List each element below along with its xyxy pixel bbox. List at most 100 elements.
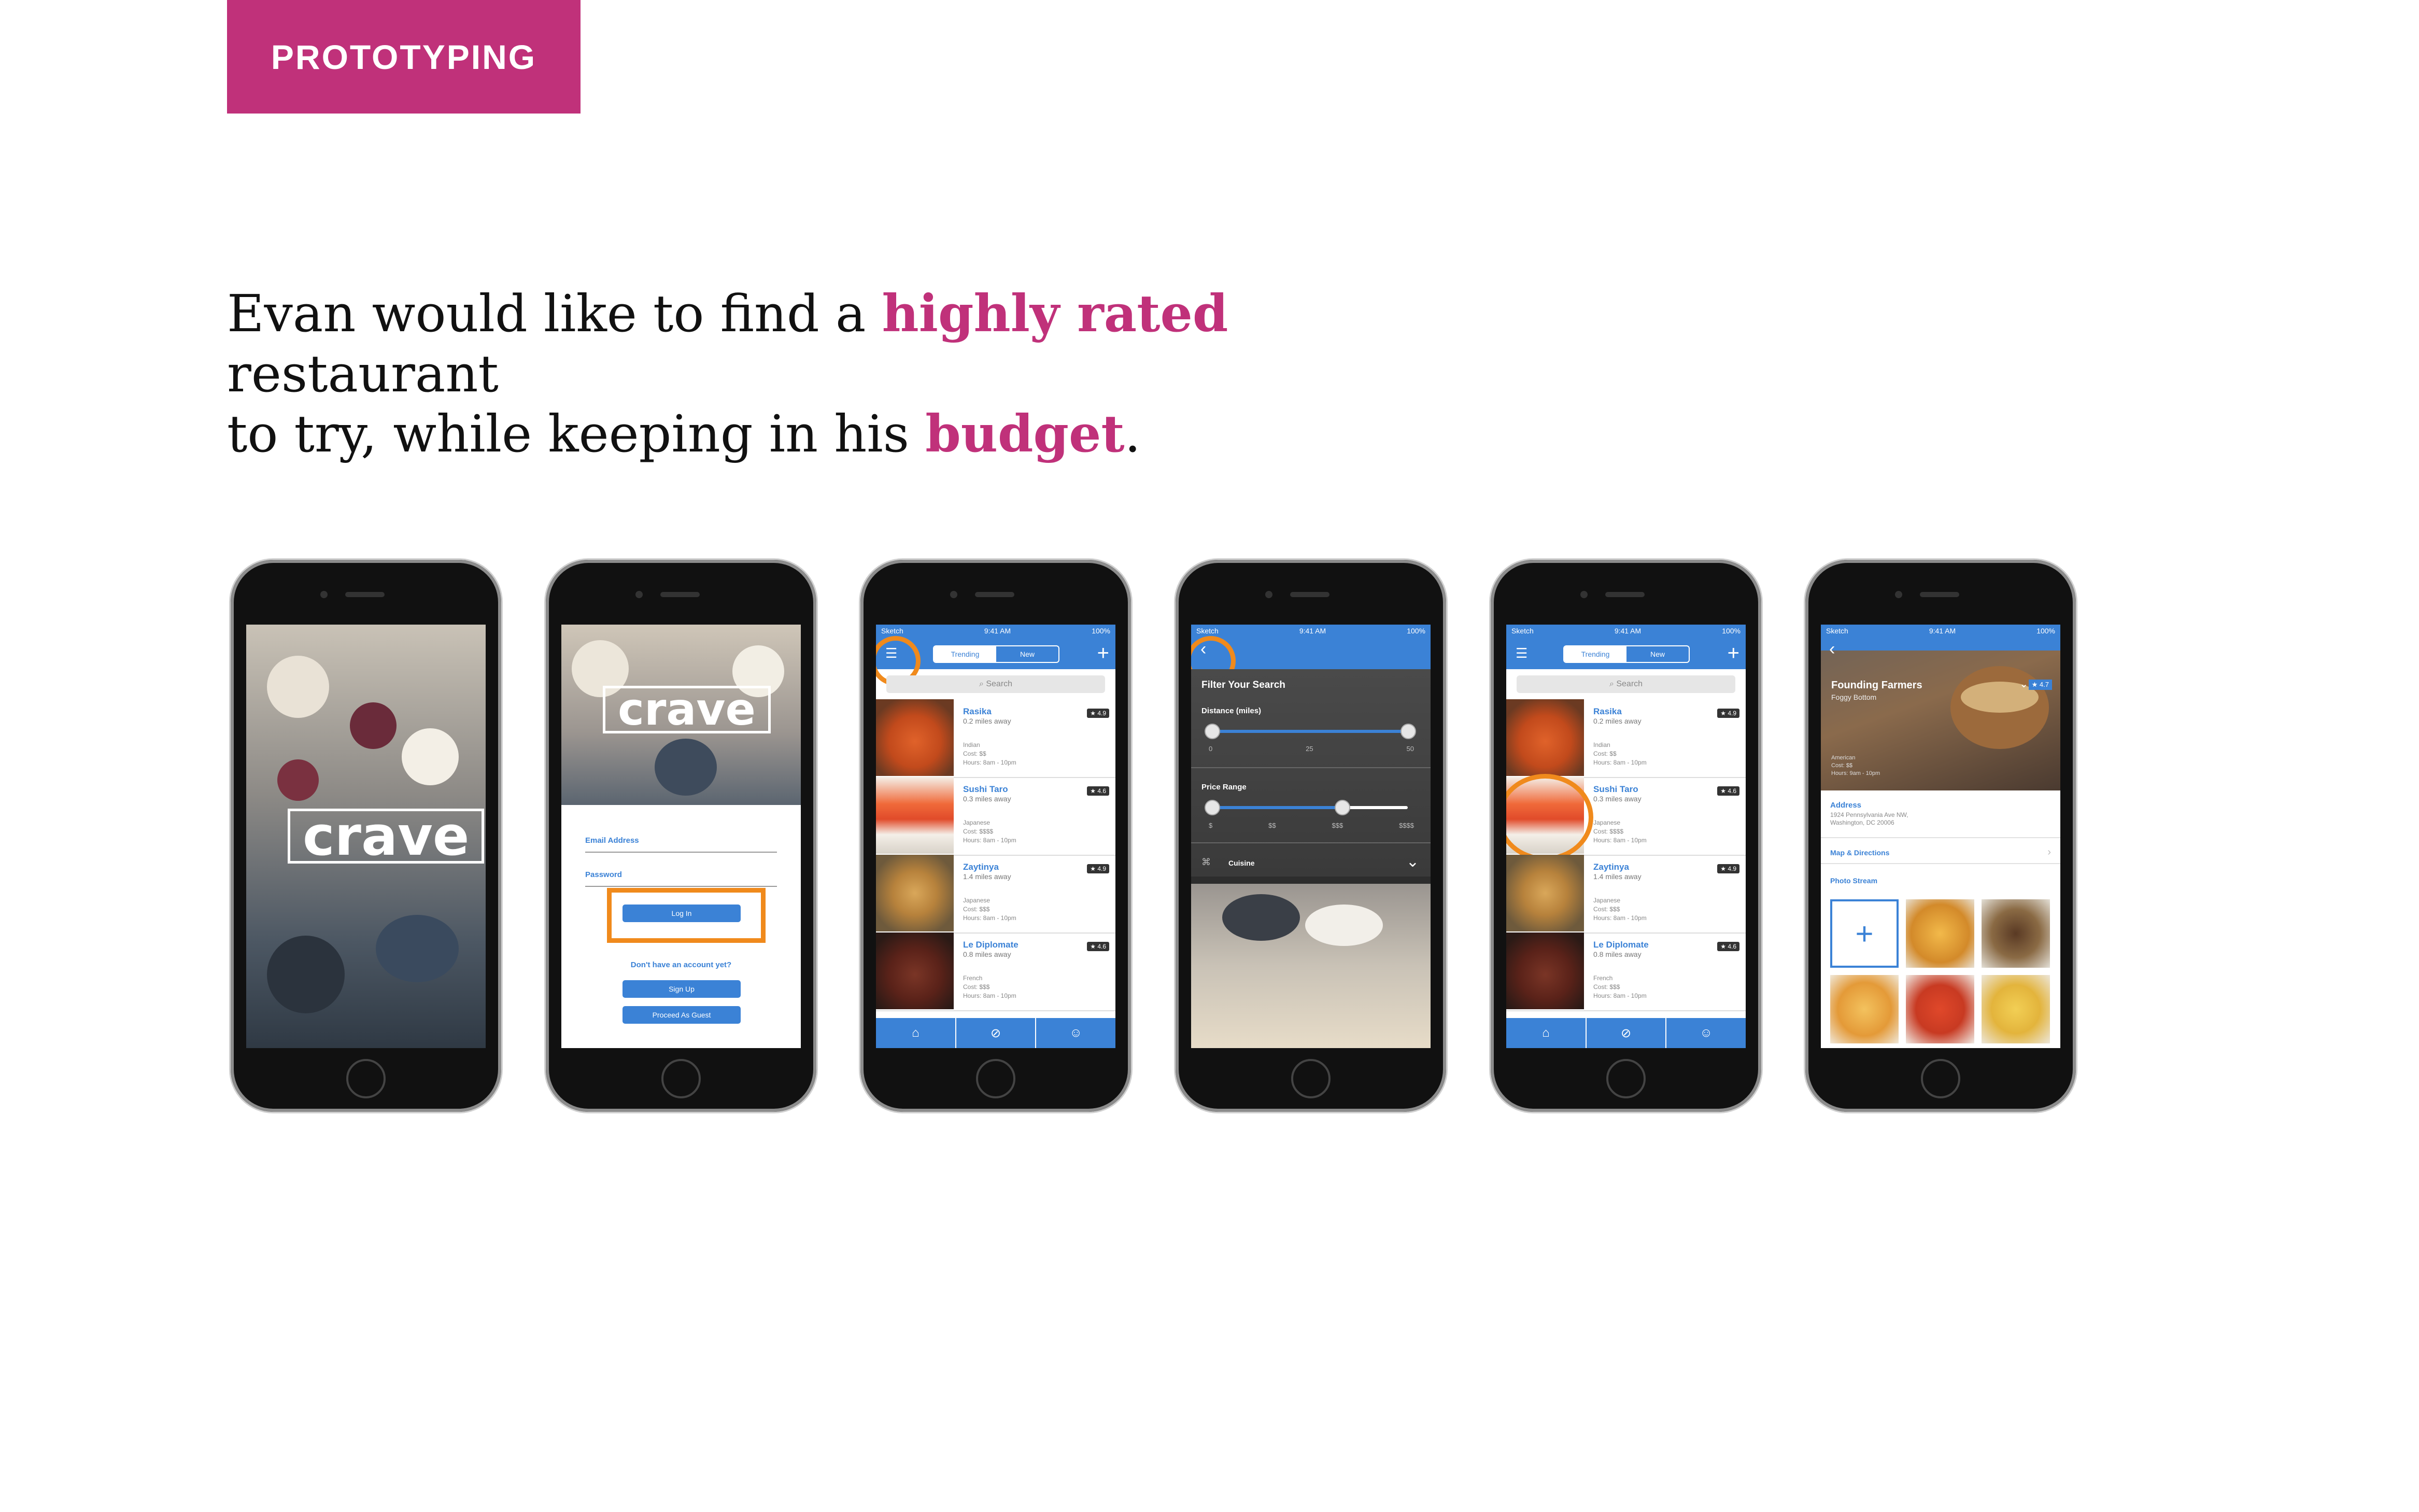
food-photo[interactable]	[1982, 975, 2050, 1043]
speaker	[1605, 592, 1645, 597]
search-icon: ⌕	[1609, 680, 1617, 688]
cuisine-icon: ⌘	[1201, 857, 1211, 867]
price-max-knob[interactable]	[1335, 800, 1350, 815]
distance-slider[interactable]	[1211, 730, 1408, 733]
home-button[interactable]	[346, 1059, 386, 1098]
phone-login: crave Email Address Password Log In Don'…	[546, 560, 816, 1112]
list-item[interactable]: Zaytinya 1.4 miles away Japanese Cost: $…	[876, 855, 1115, 934]
restaurant-name: Zaytinya	[1593, 862, 1629, 872]
restaurant-distance: 0.3 miles away	[1593, 795, 1642, 803]
list-item[interactable]: Zaytinya 1.4 miles away Japanese Cost: $…	[1506, 855, 1746, 934]
rating-badge: ★ 4.7	[2028, 680, 2052, 690]
filter-screen: Sketch 9:41 AM 100% ‹ Filter Your Search D…	[1191, 625, 1431, 1048]
phone-list-select: Sketch 9:41 AM 100% ☰ Trending New + ⌕ Sear…	[1491, 560, 1761, 1112]
chevron-down-icon[interactable]: ⌄	[2019, 677, 2028, 690]
address-label: Address	[1830, 801, 1862, 810]
tab-new[interactable]: New	[996, 646, 1058, 662]
list-item[interactable]: Le Diplomate 0.8 miles away French Cost:…	[1506, 932, 1746, 1011]
list-item[interactable]: Rasika 0.2 miles away Indian Cost: $$ Ho…	[1506, 699, 1746, 778]
add-icon[interactable]: +	[1728, 643, 1739, 663]
restaurant-distance: 0.2 miles away	[1593, 717, 1642, 725]
camera	[950, 591, 957, 598]
segment-control[interactable]: Trending New	[933, 645, 1059, 663]
price-min-knob[interactable]	[1205, 800, 1220, 815]
search-input[interactable]: ⌕ Search	[886, 675, 1105, 693]
divider	[1821, 863, 2060, 864]
home-tab-icon[interactable]: ⌂	[876, 1018, 955, 1048]
profile-tab-icon[interactable]: ☺	[1665, 1018, 1746, 1048]
no-account-text: Don't have an account yet?	[630, 960, 732, 969]
home-button[interactable]	[661, 1059, 701, 1098]
profile-tab-icon[interactable]: ☺	[1035, 1018, 1115, 1048]
detail-screen: Sketch 9:41 AM 100% ‹ Founding Farmers Fog…	[1821, 625, 2060, 1048]
status-bar: Sketch 9:41 AM 100%	[1196, 627, 1425, 635]
food-photo	[876, 777, 954, 854]
home-button[interactable]	[976, 1059, 1015, 1098]
home-tab-icon[interactable]: ⌂	[1506, 1018, 1586, 1048]
add-photo-button[interactable]: +	[1830, 899, 1899, 968]
password-field[interactable]	[585, 886, 777, 887]
price-slider[interactable]	[1211, 806, 1408, 809]
food-photo[interactable]	[1830, 975, 1899, 1043]
food-photo	[876, 699, 954, 776]
restaurant-name: Sushi Taro	[1593, 784, 1638, 794]
segment-control[interactable]: Trending New	[1563, 645, 1690, 663]
food-photo[interactable]	[1906, 975, 1974, 1043]
restaurant-meta: French Cost: $$$ Hours: 8am - 10pm	[1593, 974, 1647, 999]
tab-new[interactable]: New	[1626, 646, 1689, 662]
rating-badge: ★ 4.6	[1717, 942, 1739, 951]
nav-bar: Sketch 9:41 AM 100%	[1821, 625, 2060, 651]
search-input[interactable]: ⌕ Search	[1517, 675, 1735, 693]
photo-stream-label: Photo Stream	[1830, 877, 1878, 885]
food-photo	[876, 932, 954, 1009]
restaurant-meta: Indian Cost: $$ Hours: 8am - 10pm	[963, 741, 1016, 766]
signup-button[interactable]: Sign Up	[623, 980, 741, 998]
speaker	[345, 592, 385, 597]
distance-ticks: 0 25 50	[1209, 745, 1414, 753]
distance-max-knob[interactable]	[1401, 724, 1416, 739]
restaurant-area: Foggy Bottom	[1831, 693, 1877, 701]
map-directions-link[interactable]: Map & Directions	[1830, 849, 1889, 857]
chevron-right-icon[interactable]: ›	[2047, 846, 2051, 858]
filter-panel	[1191, 669, 1431, 877]
list-item[interactable]: Rasika 0.2 miles away Indian Cost: $$ Ho…	[876, 699, 1115, 778]
food-photo	[876, 855, 954, 931]
crave-logo: crave	[603, 686, 771, 733]
price-ticks: $ $$ $$$ $$$$	[1209, 822, 1414, 829]
restaurant-meta: Indian Cost: $$ Hours: 8am - 10pm	[1593, 741, 1647, 766]
splash-screen: crave	[246, 625, 486, 1048]
restaurant-name: Rasika	[1593, 706, 1622, 716]
divider	[1191, 842, 1431, 843]
guest-button[interactable]: Proceed As Guest	[623, 1006, 741, 1024]
restaurant-distance: 0.3 miles away	[963, 795, 1011, 803]
distance-min-knob[interactable]	[1205, 724, 1220, 739]
food-photo[interactable]	[1982, 899, 2050, 968]
cuisine-label: Cuisine	[1228, 859, 1255, 867]
rating-badge: ★ 4.6	[1717, 786, 1739, 796]
home-button[interactable]	[1921, 1059, 1960, 1098]
tab-trending[interactable]: Trending	[1564, 646, 1626, 662]
headline-text: to try, while keeping in his	[227, 405, 926, 464]
home-button[interactable]	[1291, 1059, 1331, 1098]
filter-icon[interactable]: ☰	[1516, 646, 1527, 660]
restaurant-name: Le Diplomate	[963, 940, 1018, 950]
food-photo[interactable]	[1906, 899, 1974, 968]
chevron-down-icon[interactable]: ⌄	[1406, 853, 1419, 871]
back-icon[interactable]: ‹	[1829, 639, 1835, 659]
tab-bar: ⌂ ⊘ ☺	[876, 1018, 1115, 1048]
list-item[interactable]: Sushi Taro 0.3 miles away Japanese Cost:…	[876, 777, 1115, 856]
phone-splash: crave	[231, 560, 501, 1112]
add-icon[interactable]: +	[1097, 643, 1109, 663]
highlight-box	[607, 888, 766, 943]
restaurant-meta: French Cost: $$$ Hours: 8am - 10pm	[963, 974, 1016, 999]
explore-tab-icon[interactable]: ⊘	[1585, 1018, 1666, 1048]
explore-tab-icon[interactable]: ⊘	[955, 1018, 1036, 1048]
email-field[interactable]	[585, 852, 777, 853]
restaurant-name: Le Diplomate	[1593, 940, 1649, 950]
list-item[interactable]: Le Diplomate 0.8 miles away French Cost:…	[876, 932, 1115, 1011]
headline-text: Evan would like to find a	[227, 285, 882, 344]
home-button[interactable]	[1606, 1059, 1646, 1098]
camera	[1580, 591, 1588, 598]
tab-trending[interactable]: Trending	[934, 646, 996, 662]
status-bar: Sketch 9:41 AM 100%	[881, 627, 1110, 635]
